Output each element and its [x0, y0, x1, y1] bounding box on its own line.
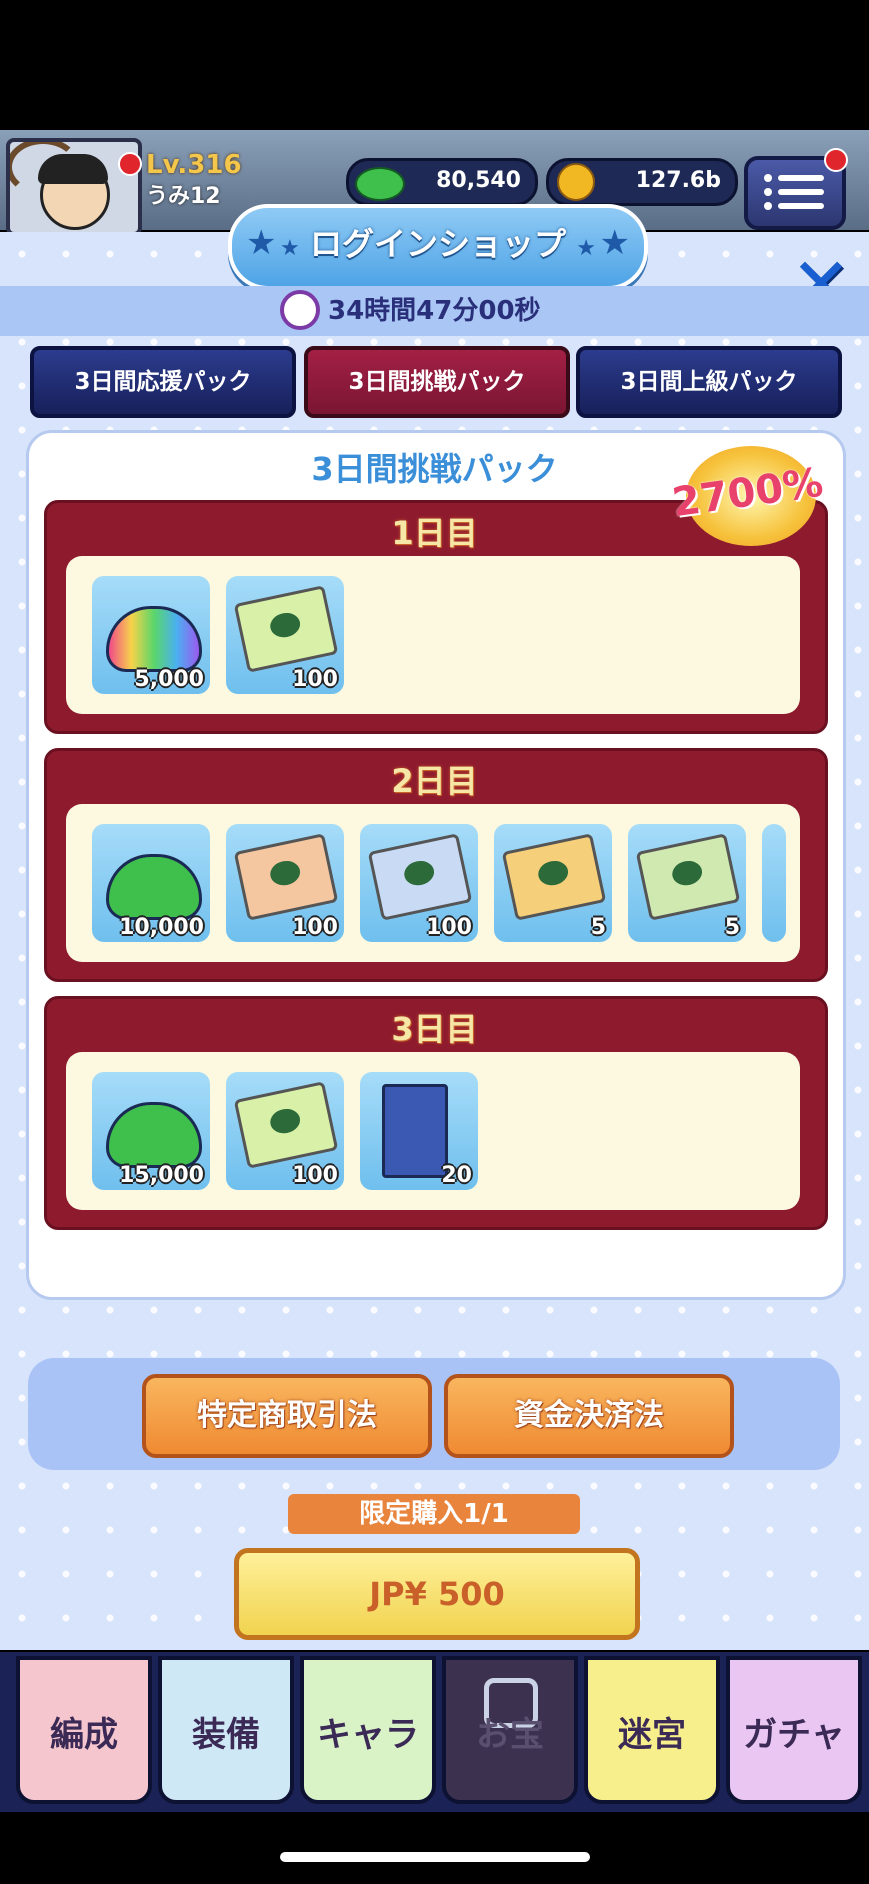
tab-advanced-pack[interactable]: 3日間上級パック [576, 346, 842, 418]
list-icon-line [778, 175, 824, 181]
green-currency-value: 80,540 [436, 168, 521, 193]
timer-text: 34時間47分00秒 [328, 296, 541, 326]
tab-challenge-pack[interactable]: 3日間挑戦パック [304, 346, 570, 418]
reward-item[interactable]: 5,000 [92, 576, 210, 694]
green-cloud-icon [106, 1102, 202, 1168]
nav-label: 装備 [192, 1715, 260, 1755]
green-cloud-icon [355, 167, 405, 201]
nav-label: 編成 [50, 1715, 118, 1755]
avatar-hair [38, 154, 108, 184]
nav-dungeon[interactable]: 迷宮 [584, 1656, 720, 1804]
gold-currency-value: 127.6b [635, 168, 721, 193]
day-1-items: 5,000 100 [66, 556, 800, 714]
purchase-limit-label: 限定購入1/1 [288, 1494, 580, 1534]
item-count: 5 [724, 915, 740, 940]
nav-label: ガチャ [743, 1715, 845, 1755]
stopwatch-icon [280, 289, 320, 330]
reward-item[interactable]: 10,000 [92, 824, 210, 942]
item-count: 15,000 [119, 1163, 204, 1188]
reward-item-partial[interactable] [762, 824, 786, 942]
day-3-label: 3日目 [391, 1010, 478, 1048]
item-count: 100 [292, 1163, 338, 1188]
list-icon-line [778, 203, 824, 209]
green-ticket-icon [635, 833, 741, 921]
gacha-ticket-icon [233, 585, 339, 673]
shop-title: ログインショップ [309, 225, 566, 263]
star-icon: ★ [280, 236, 300, 261]
uma-ticket-icon [501, 833, 607, 921]
star-icon: ★ [246, 223, 277, 263]
red-gacha-ticket-icon [233, 833, 339, 921]
item-count: 5 [590, 915, 606, 940]
notification-dot [118, 152, 142, 176]
item-count: 10,000 [119, 915, 204, 940]
locker-icon [382, 1084, 448, 1178]
blue-gacha-ticket-icon [367, 833, 473, 921]
nav-formation[interactable]: 編成 [16, 1656, 152, 1804]
menu-notification-dot [824, 148, 848, 172]
payment-law-button[interactable]: 資金決済法 [444, 1374, 734, 1458]
day-2-items: 10,000 100 100 5 5 [66, 804, 800, 962]
nav-equipment[interactable]: 装備 [158, 1656, 294, 1804]
day-2-label: 2日目 [391, 762, 478, 800]
list-icon-dot [764, 188, 772, 196]
nav-label: キャラ [317, 1715, 419, 1755]
star-icon: ★ [576, 236, 596, 261]
bonus-badge: 2700% [668, 440, 832, 550]
buy-button[interactable]: JP¥ 500 [234, 1548, 640, 1640]
top-black-bar [0, 0, 869, 130]
nav-treasure[interactable]: お宝 [442, 1656, 578, 1804]
item-count: 100 [292, 667, 338, 692]
shop-title-banner: ★ ★ ログインショップ ★ ★ [228, 204, 648, 290]
reward-item[interactable]: 100 [226, 1072, 344, 1190]
item-count: 5,000 [134, 667, 204, 692]
green-currency[interactable]: 80,540 [346, 158, 538, 206]
avatar[interactable] [6, 138, 142, 236]
reward-item[interactable]: 100 [226, 824, 344, 942]
item-count: 20 [441, 1163, 472, 1188]
reward-item[interactable]: 5 [494, 824, 612, 942]
item-count: 100 [292, 915, 338, 940]
star-icon: ★ [599, 223, 630, 263]
green-cloud-icon [106, 854, 202, 920]
list-icon-dot [764, 174, 772, 182]
nav-label: 迷宮 [618, 1715, 686, 1755]
commerce-law-button[interactable]: 特定商取引法 [142, 1374, 432, 1458]
reward-item[interactable]: 5 [628, 824, 746, 942]
player-name: うみ12 [146, 184, 221, 209]
nav-label: お宝 [476, 1715, 544, 1755]
list-icon-dot [764, 202, 772, 210]
countdown-timer: 34時間47分00秒 [280, 289, 541, 332]
nav-character[interactable]: キャラ [300, 1656, 436, 1804]
player-level: Lv.316 [146, 150, 242, 180]
day-3-items: 15,000 100 20 [66, 1052, 800, 1210]
reward-item[interactable]: 100 [226, 576, 344, 694]
reward-item[interactable]: 15,000 [92, 1072, 210, 1190]
home-indicator[interactable] [280, 1852, 590, 1862]
reward-item[interactable]: 20 [360, 1072, 478, 1190]
rainbow-cloud-icon [106, 606, 202, 672]
gold-currency[interactable]: 127.6b [546, 158, 738, 206]
nav-gacha[interactable]: ガチャ [726, 1656, 862, 1804]
gacha-ticket-icon [233, 1081, 339, 1169]
item-count: 100 [426, 915, 472, 940]
list-icon-line [778, 189, 824, 195]
tab-support-pack[interactable]: 3日間応援パック [30, 346, 296, 418]
reward-item[interactable]: 100 [360, 824, 478, 942]
gold-coin-icon [557, 163, 595, 201]
